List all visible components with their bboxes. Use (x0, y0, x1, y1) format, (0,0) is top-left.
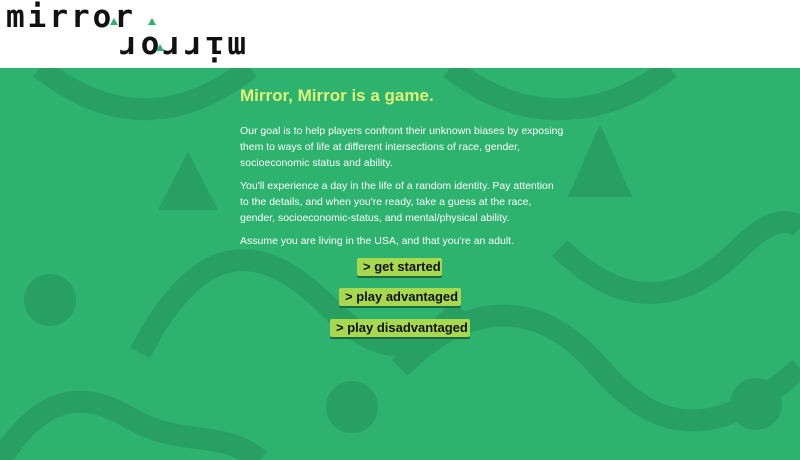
logo-triangle-icon (148, 18, 156, 25)
play-advantaged-button[interactable]: > play advantaged (339, 288, 461, 306)
logo-triangle-icon (156, 44, 164, 51)
intro-paragraph-goal: Our goal is to help players confront the… (240, 125, 564, 169)
play-disadvantaged-button[interactable]: > play disadvantaged (330, 319, 470, 337)
wave-shape (443, 68, 677, 121)
header: mirror mirror (0, 0, 800, 68)
logo-bottom-word-flipped: mirror (116, 29, 246, 65)
logo-triangle-icon (110, 18, 118, 25)
wave-shape (552, 211, 800, 304)
triangle-shape (158, 152, 218, 210)
circle-shape (326, 381, 378, 433)
circle-shape (730, 378, 782, 430)
wave-shape (33, 68, 257, 121)
intro-paragraph-assumption: Assume you are living in the USA, and th… (240, 235, 514, 247)
intro-paragraph-experience: You'll experience a day in the life of a… (240, 180, 554, 224)
get-started-button[interactable]: > get started (357, 258, 442, 276)
page-headline: Mirror, Mirror is a game. (240, 86, 434, 105)
circle-shape (24, 274, 76, 326)
triangle-shape (568, 124, 632, 197)
logo-top-word: mirror (6, 0, 136, 35)
wave-shape (0, 390, 267, 460)
mirror-mirror-logo[interactable]: mirror mirror (6, 0, 246, 66)
